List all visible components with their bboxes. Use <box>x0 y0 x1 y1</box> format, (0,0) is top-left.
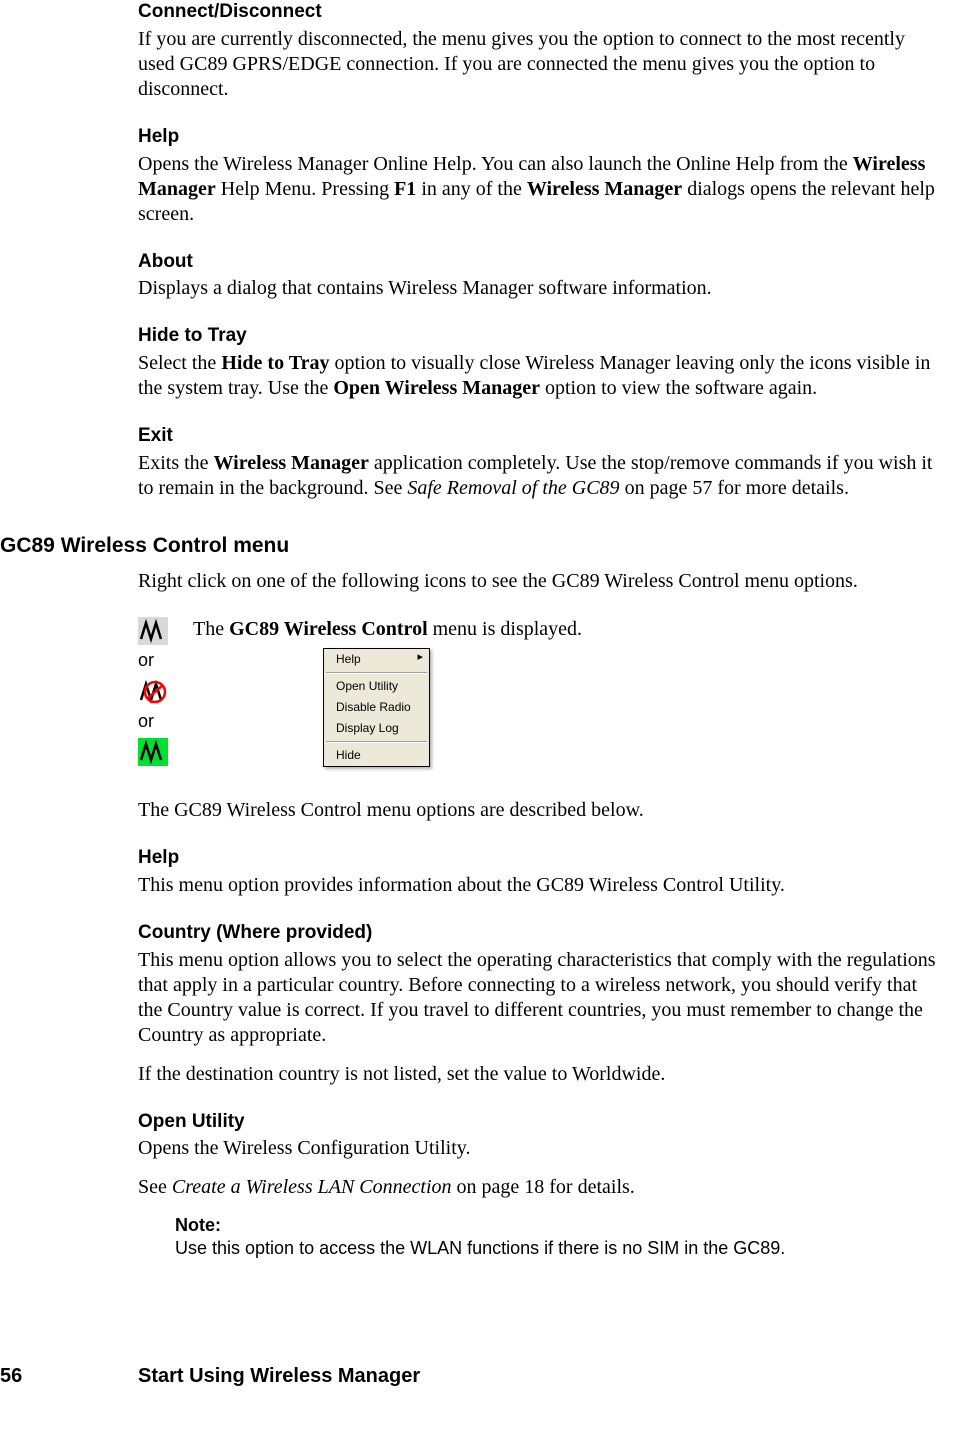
context-menu: Help Open Utility Disable Radio Display … <box>323 648 430 767</box>
para-hide-to-tray: Select the Hide to Tray option to visual… <box>138 351 940 401</box>
or-text-2: or <box>138 710 188 733</box>
heading-help-1: Help <box>138 125 940 149</box>
or-text-1: or <box>138 649 188 672</box>
heading-exit: Exit <box>138 424 940 448</box>
para-about: Displays a dialog that contains Wireless… <box>138 276 940 301</box>
note-label: Note: <box>175 1214 940 1237</box>
heading-connect-disconnect: Connect/Disconnect <box>138 0 940 24</box>
para-open-utility-2: See Create a Wireless LAN Connection on … <box>138 1175 940 1200</box>
heading-help-2: Help <box>138 846 940 870</box>
heading-open-utility: Open Utility <box>138 1110 940 1134</box>
note-body: Use this option to access the WLAN funct… <box>175 1237 940 1260</box>
para-connect-disconnect: If you are currently disconnected, the m… <box>138 27 940 102</box>
ctx-separator-1 <box>326 672 427 674</box>
heading-about: About <box>138 250 940 274</box>
tray-signal-green-icon <box>138 738 168 766</box>
heading-hide-to-tray: Hide to Tray <box>138 324 940 348</box>
para-rightclick-intro: Right click on one of the following icon… <box>138 569 940 594</box>
para-help-1: Opens the Wireless Manager Online Help. … <box>138 152 940 227</box>
tray-disabled-icon <box>138 678 168 706</box>
menu-displayed-text: The GC89 Wireless Control menu is displa… <box>193 618 582 640</box>
para-country-2: If the destination country is not listed… <box>138 1062 940 1087</box>
ctx-open-utility[interactable]: Open Utility <box>324 676 429 697</box>
tray-signal-grey-icon <box>138 617 168 645</box>
heading-country: Country (Where provided) <box>138 921 940 945</box>
ctx-disable-radio[interactable]: Disable Radio <box>324 697 429 718</box>
chapter-title: Start Using Wireless Manager <box>138 1365 420 1387</box>
para-exit: Exits the Wireless Manager application c… <box>138 451 940 501</box>
para-open-utility-1: Opens the Wireless Configuration Utility… <box>138 1136 940 1161</box>
ctx-help[interactable]: Help <box>324 649 429 670</box>
ctx-display-log[interactable]: Display Log <box>324 718 429 739</box>
page-number: 56 <box>0 1364 138 1389</box>
ctx-separator-2 <box>326 741 427 743</box>
para-options-described: The GC89 Wireless Control menu options a… <box>138 798 940 823</box>
para-country-1: This menu option allows you to select th… <box>138 948 940 1048</box>
ctx-hide[interactable]: Hide <box>324 745 429 766</box>
para-help-2: This menu option provides information ab… <box>138 873 940 898</box>
section-gc89-wireless-control-menu: GC89 Wireless Control menu <box>0 533 970 559</box>
